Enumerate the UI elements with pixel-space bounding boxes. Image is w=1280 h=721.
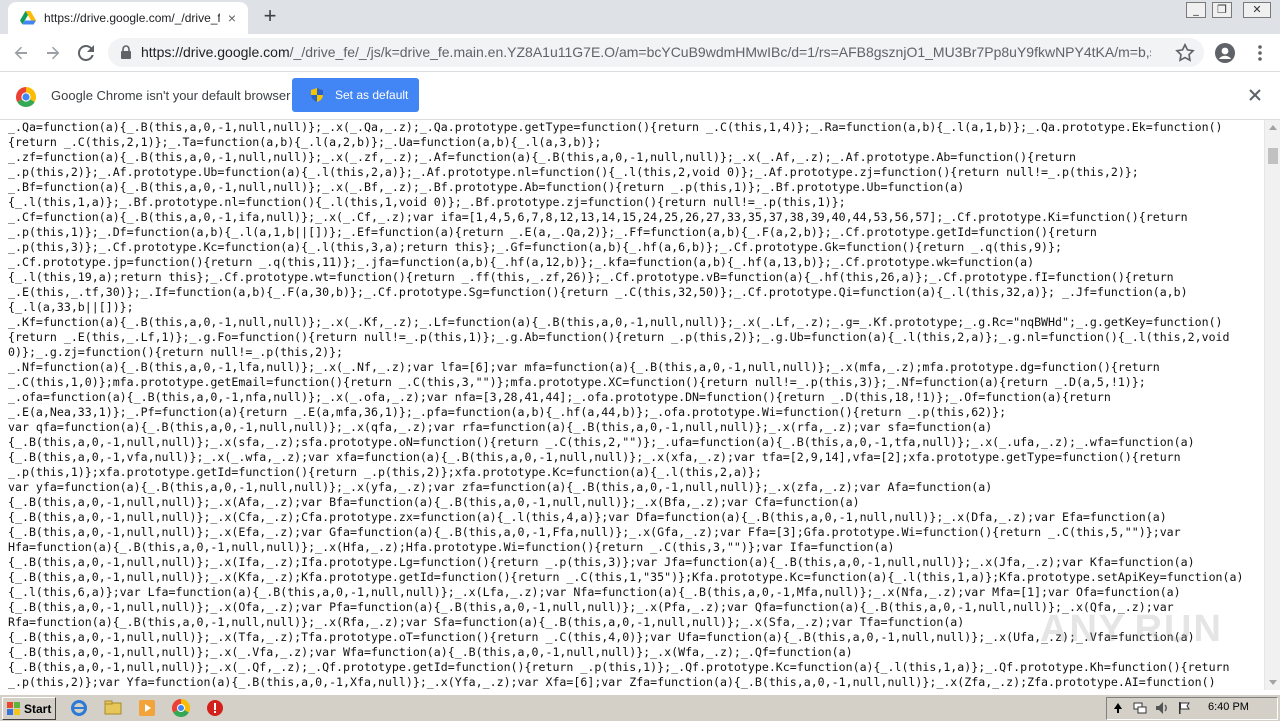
profile-button[interactable] xyxy=(1212,40,1238,66)
network-icon[interactable] xyxy=(1133,701,1147,715)
system-tray xyxy=(1106,697,1278,720)
menu-button[interactable] xyxy=(1247,40,1273,66)
infobar-message: Google Chrome isn't your default browser xyxy=(51,88,291,103)
code-line: var qfa=function(a){_.B(this,a,0,-1,null… xyxy=(8,420,993,434)
profile-avatar-icon xyxy=(1215,43,1235,63)
tab-strip: https://drive.google.com/_/drive_fe × + … xyxy=(0,0,1280,34)
file-explorer-icon[interactable] xyxy=(104,699,122,717)
browser-toolbar: https://drive.google.com/_/drive_fe/_/js… xyxy=(0,34,1280,72)
address-bar[interactable]: https://drive.google.com/_/drive_fe/_/js… xyxy=(108,38,1204,67)
scroll-down-icon[interactable] xyxy=(1269,680,1277,685)
code-line: 0)};_.g.zj=function(){return null!=_.p(t… xyxy=(8,345,344,359)
code-line: {_.l(this,19,a);return this};_.Cf.protot… xyxy=(8,270,1174,284)
code-line: {return _.E(this,_.Lf,1)};_.g.Fo=functio… xyxy=(8,330,1230,344)
url-path: /_/drive_fe/_/js/k=drive_fe.main.en.YZ8A… xyxy=(289,44,1151,60)
back-arrow-icon xyxy=(14,46,27,60)
code-line: _.Kf=function(a){_.B(this,a,0,-1,null,nu… xyxy=(8,315,1223,329)
chrome-taskbar-icon[interactable] xyxy=(172,699,190,717)
restore-button[interactable]: ❐ xyxy=(1208,0,1236,20)
windows-logo-icon xyxy=(7,701,20,715)
minimize-icon: _ xyxy=(1186,2,1206,18)
code-line: _.Nf=function(a){_.B(this,a,0,-1,lfa,nul… xyxy=(8,360,1160,374)
restore-icon: ❐ xyxy=(1212,2,1232,18)
internet-explorer-icon[interactable] xyxy=(70,699,88,717)
code-line: _.zf=function(a){_.B(this,a,0,-1,null,nu… xyxy=(8,150,1076,164)
forward-arrow-icon xyxy=(47,46,60,60)
code-line: {_.B(this,a,0,-1,null,null)};_.x(Tfa,_.z… xyxy=(8,630,1195,644)
start-label: Start xyxy=(24,701,52,716)
media-player-icon[interactable] xyxy=(138,699,156,717)
code-line: _.Cf.prototype.jp=function(){return _.q(… xyxy=(8,255,1035,269)
window-close-button[interactable]: ✕ xyxy=(1240,0,1274,20)
minimize-button[interactable]: _ xyxy=(1182,0,1210,20)
code-line: _.p(this,2)};var Yfa=function(a){_.B(thi… xyxy=(8,675,1216,689)
code-line: {_.B(this,a,0,-1,vfa,null)};_.x(_.wfa,_.… xyxy=(8,450,1181,464)
vertical-scrollbar[interactable] xyxy=(1264,120,1280,690)
code-line: _.ofa=function(a){_.B(this,a,0,-1,nfa,nu… xyxy=(8,390,1111,404)
tab-close-icon[interactable]: × xyxy=(224,10,240,26)
code-line: Rfa=function(a){_.B(this,a,0,-1,null,nul… xyxy=(8,615,965,629)
code-line: {_.B(this,a,0,-1,null,null)};_.x(Ifa,_.z… xyxy=(8,555,1195,569)
code-line: _.p(this,3)};_.Cf.prototype.Kc=function(… xyxy=(8,240,1062,254)
set-as-default-label: Set as default xyxy=(335,88,409,102)
code-line: _.E(this,_.tf,30)};_.If=function(a,b){_.… xyxy=(8,285,1188,299)
windows-taskbar: Start 6:40 PM xyxy=(0,694,1280,721)
volume-icon[interactable] xyxy=(1155,701,1169,715)
code-line: _.Cf=function(a){_.B(this,a,0,-1,ifa,nul… xyxy=(8,210,1188,224)
uac-shield-icon xyxy=(311,88,323,102)
reload-icon xyxy=(78,45,94,61)
back-button[interactable] xyxy=(8,40,34,66)
scrollbar-thumb[interactable] xyxy=(1268,148,1278,164)
code-line: _.p(this,2)};_.Af.prototype.Ub=function(… xyxy=(8,165,1139,179)
code-line: _.p(this,1)};xfa.prototype.getId=functio… xyxy=(8,465,762,479)
code-line: {return _.C(this,2,1)};_.Ta=function(a,b… xyxy=(8,135,602,149)
code-line: {_.l(a,33,b||[])}; xyxy=(8,300,134,314)
code-line: {_.l(this,6,a)};var Lfa=function(a){_.B(… xyxy=(8,585,1181,599)
window-close-icon: ✕ xyxy=(1243,2,1271,18)
lock-icon[interactable] xyxy=(120,45,132,59)
code-line: {_.B(this,a,0,-1,null,null)};_.x(_.Vfa,_… xyxy=(8,645,853,659)
code-line: {_.B(this,a,0,-1,null,null)};_.x(sfa,_.z… xyxy=(8,435,1195,449)
scroll-up-icon[interactable] xyxy=(1269,125,1277,130)
bookmark-star-icon[interactable] xyxy=(1174,42,1196,64)
code-line: _.Bf=function(a){_.B(this,a,0,-1,null,nu… xyxy=(8,180,965,194)
code-line: _.p(this,1)};_.Df=function(a,b){_.l(a,1,… xyxy=(8,225,1097,239)
chrome-logo-icon xyxy=(16,87,36,107)
browser-tab[interactable]: https://drive.google.com/_/drive_fe × xyxy=(8,2,248,34)
code-line: {_.l(this,1,a)};_.Bf.prototype.nl=functi… xyxy=(8,195,846,209)
address-url[interactable]: https://drive.google.com/_/drive_fe/_/js… xyxy=(141,44,1151,60)
action-center-flag-icon[interactable] xyxy=(1177,701,1191,715)
set-as-default-button[interactable]: Set as default xyxy=(292,78,419,112)
code-line: var yfa=function(a){_.B(this,a,0,-1,null… xyxy=(8,480,993,494)
default-browser-infobar: Google Chrome isn't your default browser… xyxy=(0,72,1280,120)
code-line: {_.B(this,a,0,-1,null,null)};_.x(Afa,_.z… xyxy=(8,495,860,509)
code-line: {_.B(this,a,0,-1,null,null)};_.x(Efa,_.z… xyxy=(8,525,1181,539)
reload-button[interactable] xyxy=(73,40,99,66)
code-line: _.E(a,Nea,33,1)};_.Pf=function(a){return… xyxy=(8,405,1007,419)
url-host: https://drive.google.com xyxy=(141,44,290,60)
more-vertical-icon xyxy=(1258,45,1262,61)
start-button[interactable]: Start xyxy=(2,697,56,720)
new-tab-button[interactable]: + xyxy=(258,5,282,29)
tray-expand-icon[interactable] xyxy=(1113,702,1123,714)
code-line: {_.B(this,a,0,-1,null,null)};_.x(Kfa,_.z… xyxy=(8,570,1244,584)
tab-title: https://drive.google.com/_/drive_fe xyxy=(44,11,220,25)
code-line: {_.B(this,a,0,-1,null,null)};_.x(Ofa,_.z… xyxy=(8,600,1174,614)
google-drive-icon xyxy=(20,11,36,25)
code-line: {_.B(this,a,0,-1,null,null)};_.x(Cfa,_.z… xyxy=(8,510,1167,524)
code-line: _.C(this,1,0)};mfa.prototype.getEmail=fu… xyxy=(8,375,1146,389)
code-line: {_.B(this,a,0,-1,null,null)};_.x(_.Qf,_.… xyxy=(8,660,1230,674)
code-line: _.Qa=function(a){_.B(this,a,0,-1,null,nu… xyxy=(8,120,1223,134)
taskbar-clock: 6:40 PM xyxy=(1208,701,1249,713)
forward-button[interactable] xyxy=(40,40,66,66)
infobar-close-icon[interactable] xyxy=(1248,88,1262,102)
code-line: Hfa=function(a){_.B(this,a,0,-1,null,nul… xyxy=(8,540,895,554)
security-alert-icon[interactable] xyxy=(206,699,224,717)
code-viewer: _.Qa=function(a){_.B(this,a,0,-1,null,nu… xyxy=(0,120,1264,690)
